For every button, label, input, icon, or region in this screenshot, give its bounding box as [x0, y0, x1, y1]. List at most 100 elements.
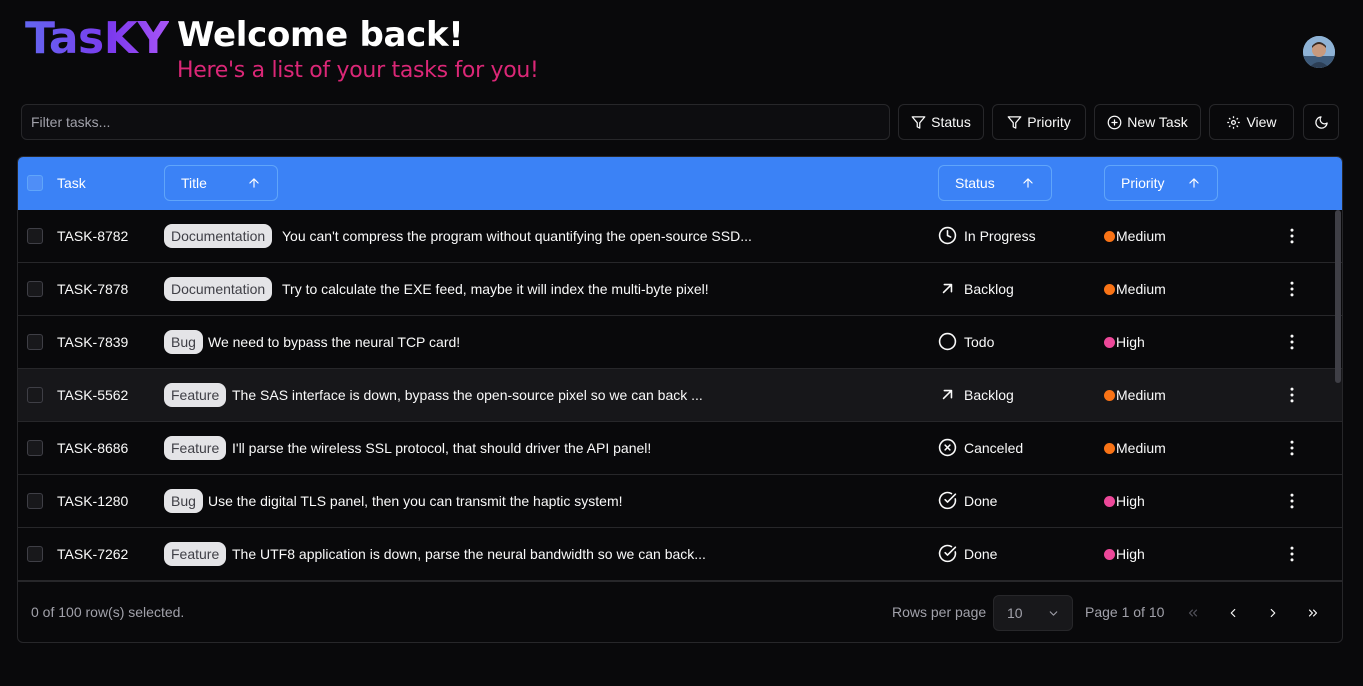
view-label: View [1246, 114, 1277, 130]
row-checkbox[interactable] [27, 281, 43, 297]
next-page-button[interactable] [1257, 597, 1289, 629]
chevron-left-icon [1230, 608, 1236, 618]
task-priority-label: Medium [1116, 387, 1166, 403]
title-sort-button[interactable]: Title [164, 165, 278, 201]
task-priority: High [1104, 545, 1145, 563]
task-status-label: In Progress [964, 227, 1036, 244]
priority-sort-button[interactable]: Priority [1104, 165, 1218, 201]
priority-filter-button[interactable]: Priority [992, 104, 1086, 140]
select-all-checkbox[interactable] [27, 175, 43, 191]
task-priority-label: High [1116, 546, 1145, 562]
task-priority: Medium [1104, 386, 1166, 404]
task-status: Backlog [938, 279, 1014, 298]
priority-dot [1104, 548, 1115, 560]
task-title: Try to calculate the EXE feed, maybe it … [282, 281, 709, 297]
filter-tasks-input[interactable] [21, 104, 890, 140]
task-label-badge: Bug [164, 330, 203, 354]
status-filter-button[interactable]: Status [898, 104, 984, 140]
x-circle-icon [938, 438, 957, 457]
task-title: Use the digital TLS panel, then you can … [208, 493, 623, 509]
task-id: TASK-7262 [57, 546, 129, 562]
task-priority: Medium [1104, 227, 1166, 245]
app-logo: TasKY [25, 13, 169, 64]
priority-dot [1104, 442, 1115, 454]
priority-dot [1104, 283, 1115, 295]
task-label-badge: Bug [164, 489, 203, 513]
more-vertical-icon[interactable] [1282, 332, 1302, 352]
priority-column-label: Priority [1121, 175, 1165, 191]
filter-icon [911, 115, 926, 129]
task-priority-label: High [1116, 493, 1145, 509]
more-vertical-icon[interactable] [1282, 226, 1302, 246]
theme-toggle-button[interactable] [1303, 104, 1339, 140]
task-title: You can't compress the program without q… [282, 228, 752, 244]
row-checkbox[interactable] [27, 228, 43, 244]
task-id: TASK-1280 [57, 493, 129, 509]
more-vertical-icon[interactable] [1282, 438, 1302, 458]
task-label-badge: Documentation [164, 277, 273, 301]
task-priority-label: Medium [1116, 440, 1166, 456]
task-id: TASK-5562 [57, 387, 129, 403]
row-checkbox[interactable] [27, 493, 43, 509]
rows-per-page-label: Rows per page [892, 604, 987, 620]
table-row[interactable]: TASK-7878 Documentation Try to calculate t… [18, 263, 1342, 316]
status-sort-button[interactable]: Status [938, 165, 1052, 201]
task-title: The UTF8 application is down, parse the … [232, 546, 706, 562]
task-title: We need to bypass the neural TCP card! [208, 334, 461, 350]
rows-per-page-select[interactable]: 10 [993, 595, 1073, 631]
task-priority-label: High [1116, 334, 1145, 350]
task-status: Done [938, 491, 997, 510]
user-avatar[interactable] [1303, 36, 1335, 68]
task-priority: High [1104, 333, 1145, 351]
last-page-button[interactable] [1297, 597, 1329, 629]
row-checkbox[interactable] [27, 387, 43, 403]
view-options-button[interactable]: View [1209, 104, 1294, 140]
table-row[interactable]: TASK-8782 Documentation You can't compress… [18, 210, 1342, 263]
selection-count: 0 of 100 row(s) selected. [31, 604, 185, 620]
arrow-up-icon [249, 178, 259, 188]
task-status-label: Done [964, 492, 998, 509]
toolbar: Status Priority New Task View [21, 104, 1342, 140]
page-title: Welcome back! [177, 15, 464, 55]
moon-icon [1314, 115, 1328, 129]
table-row[interactable]: TASK-7262 Feature The UTF8 application is … [18, 528, 1342, 581]
table-scrollbar[interactable] [1335, 210, 1341, 383]
chevron-down-icon [1049, 611, 1058, 616]
table-row[interactable]: TASK-5562 Feature The SAS interface is dow… [18, 369, 1342, 422]
task-title: I'll parse the wireless SSL protocol, th… [232, 440, 652, 456]
more-vertical-icon[interactable] [1282, 544, 1302, 564]
task-label-badge: Feature [164, 436, 227, 460]
table-row[interactable]: TASK-7839 Bug We need to bypass the neural… [18, 316, 1342, 369]
task-status-label: Backlog [964, 280, 1014, 297]
task-status-label: Todo [964, 333, 995, 350]
new-task-label: New Task [1127, 114, 1188, 130]
previous-page-button[interactable] [1217, 597, 1249, 629]
arrow-up-icon [1023, 178, 1033, 188]
page-subtitle: Here's a list of your tasks for you! [177, 58, 539, 83]
row-checkbox[interactable] [27, 334, 43, 350]
table-row[interactable]: TASK-8686 Feature I'll parse the wireless … [18, 422, 1342, 475]
task-label-badge: Feature [164, 542, 227, 566]
first-page-button[interactable] [1177, 597, 1209, 629]
task-priority: High [1104, 492, 1145, 510]
priority-dot [1104, 389, 1115, 401]
more-vertical-icon[interactable] [1282, 385, 1302, 405]
task-label-badge: Documentation [164, 224, 273, 248]
more-vertical-icon[interactable] [1282, 279, 1302, 299]
gear-icon [1227, 115, 1241, 129]
table-body: TASK-8782 Documentation You can't compress… [18, 210, 1342, 581]
arrow-up-right-icon [942, 389, 953, 400]
status-filter-label: Status [931, 114, 971, 130]
table-header: Task Title Status Priority [18, 157, 1342, 210]
task-id: TASK-8782 [57, 228, 129, 244]
new-task-button[interactable]: New Task [1094, 104, 1201, 140]
more-vertical-icon[interactable] [1282, 491, 1302, 511]
table-row[interactable]: TASK-1280 Bug Use the digital TLS panel, t… [18, 475, 1342, 528]
priority-filter-label: Priority [1027, 114, 1071, 130]
task-status: Todo [938, 332, 994, 351]
clock-icon [938, 226, 957, 245]
task-status-label: Backlog [964, 386, 1014, 403]
row-checkbox[interactable] [27, 440, 43, 456]
row-checkbox[interactable] [27, 546, 43, 562]
status-column-label: Status [955, 175, 995, 191]
